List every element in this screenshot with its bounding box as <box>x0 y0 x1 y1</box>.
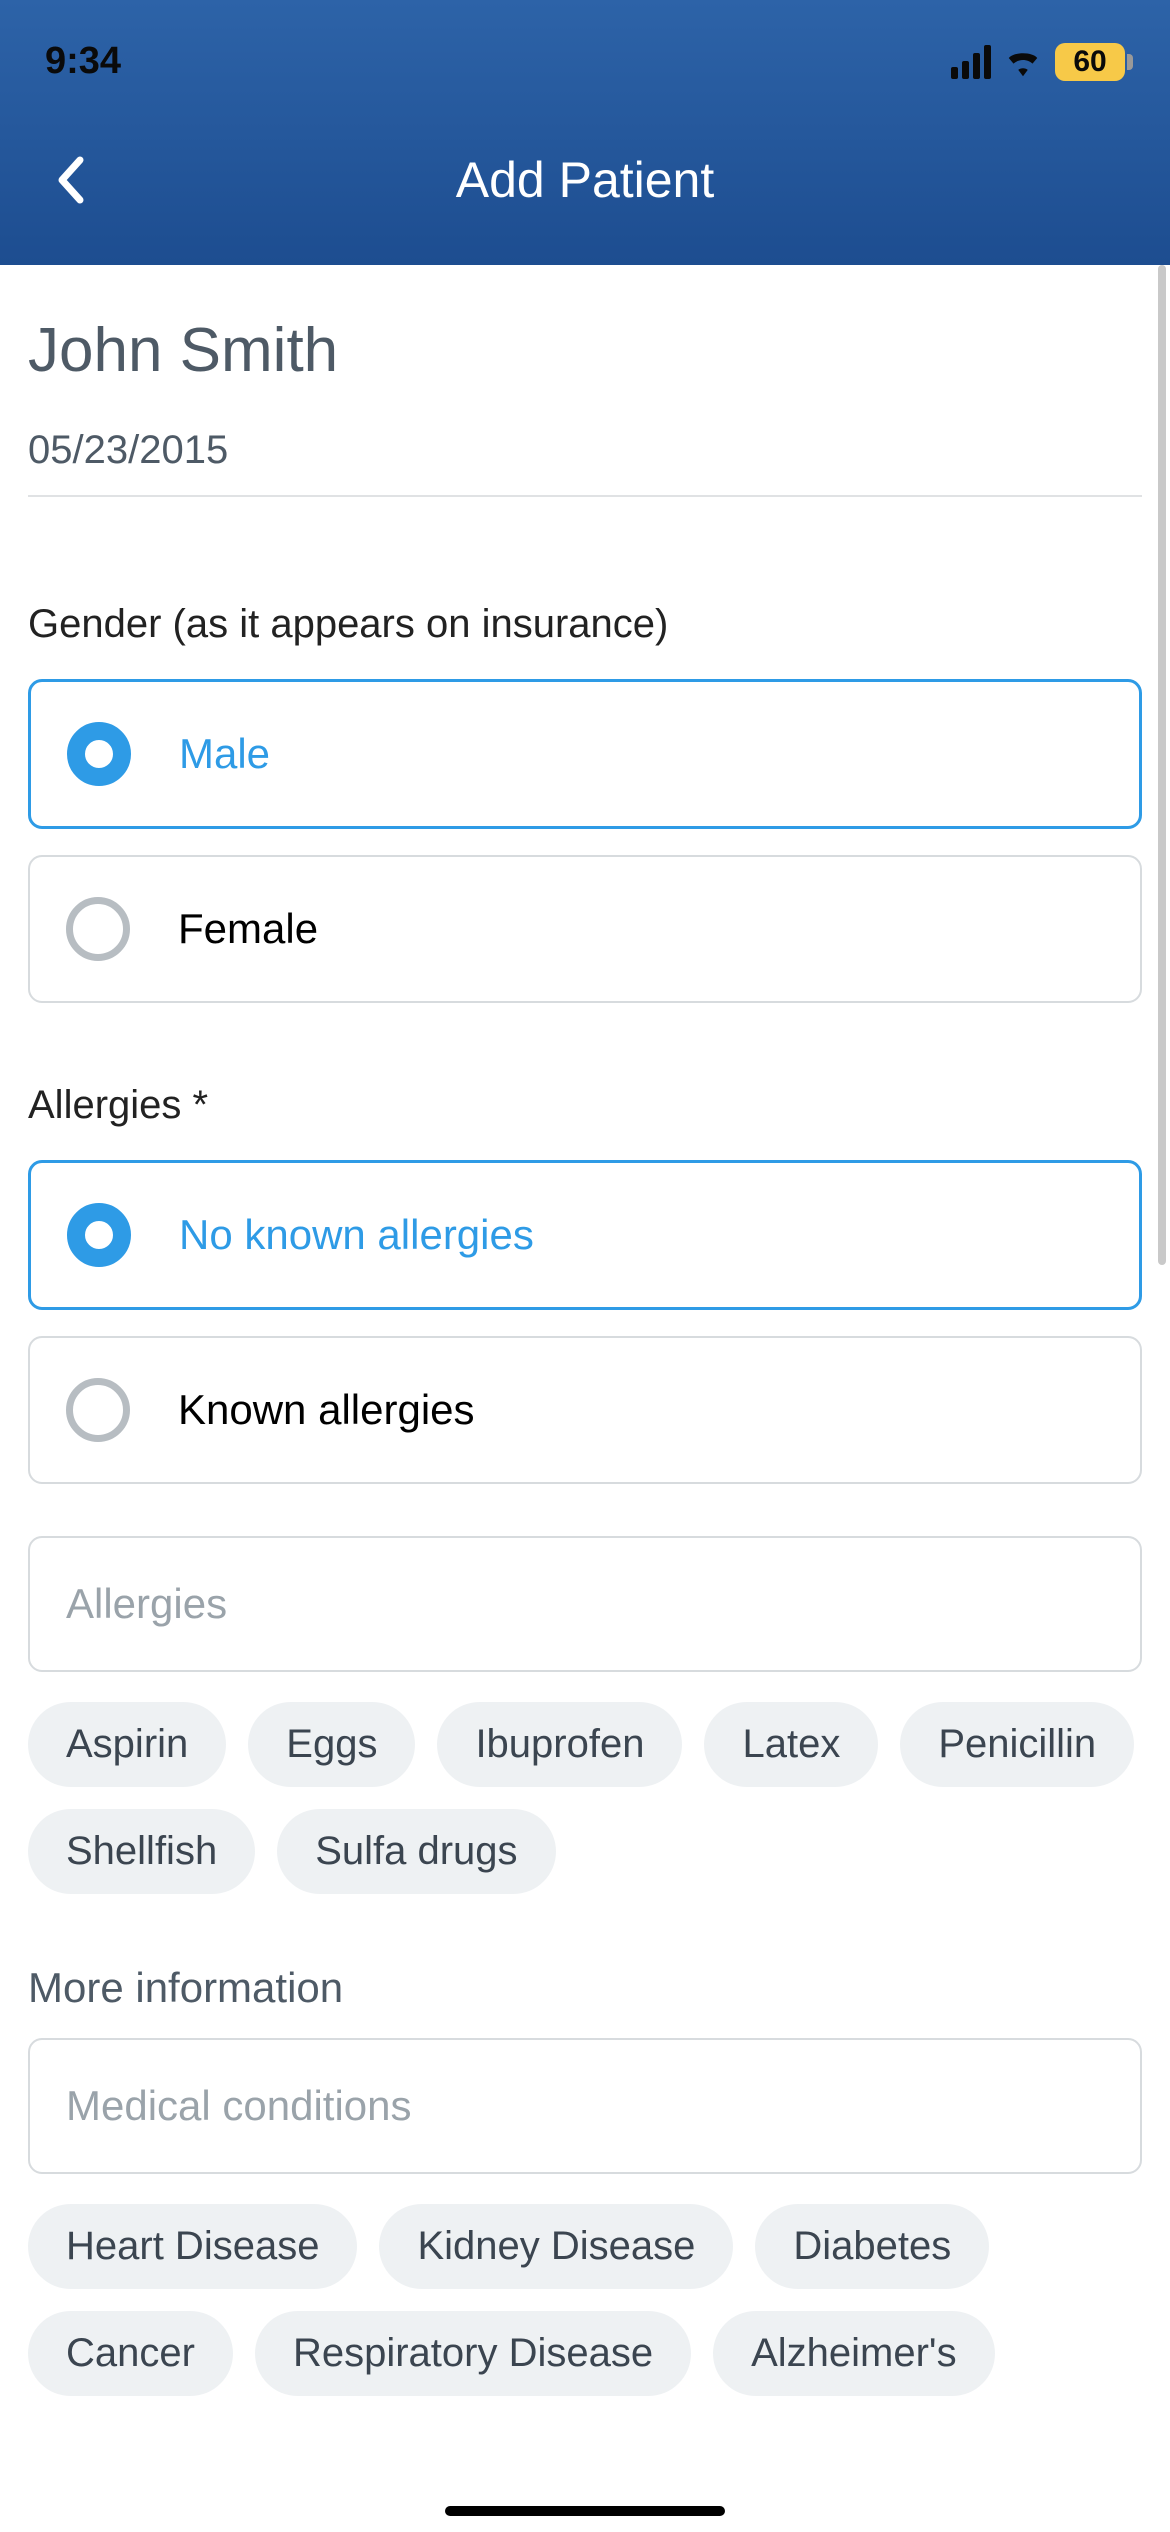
radio-label: Female <box>178 905 318 953</box>
gender-label: Gender (as it appears on insurance) <box>28 602 1142 647</box>
patient-dob: 05/23/2015 <box>28 428 1142 473</box>
chip-sulfa[interactable]: Sulfa drugs <box>277 1809 555 1894</box>
chip-eggs[interactable]: Eggs <box>248 1702 415 1787</box>
chevron-left-icon <box>56 156 84 204</box>
status-time: 9:34 <box>45 40 121 83</box>
chip-latex[interactable]: Latex <box>704 1702 878 1787</box>
battery-indicator: 60 <box>1055 43 1125 81</box>
allergies-label: Allergies * <box>28 1083 1142 1128</box>
gender-option-female[interactable]: Female <box>28 855 1142 1003</box>
chip-heart[interactable]: Heart Disease <box>28 2204 357 2289</box>
radio-label: Known allergies <box>178 1386 475 1434</box>
gender-option-male[interactable]: Male <box>28 679 1142 829</box>
back-button[interactable] <box>40 150 100 210</box>
cellular-signal-icon <box>951 45 991 79</box>
scrollbar[interactable] <box>1158 265 1166 1265</box>
radio-icon <box>66 897 130 961</box>
chip-penicillin[interactable]: Penicillin <box>900 1702 1134 1787</box>
radio-label: No known allergies <box>179 1211 534 1259</box>
chip-kidney[interactable]: Kidney Disease <box>379 2204 733 2289</box>
radio-icon <box>67 1203 131 1267</box>
status-bar: 9:34 60 <box>0 0 1170 95</box>
chip-aspirin[interactable]: Aspirin <box>28 1702 226 1787</box>
chip-cancer[interactable]: Cancer <box>28 2311 233 2396</box>
patient-name: John Smith <box>28 315 1142 386</box>
page-title: Add Patient <box>456 151 715 209</box>
app-header: 9:34 60 Add Patient <box>0 0 1170 265</box>
wifi-icon <box>1003 47 1043 77</box>
radio-icon <box>67 722 131 786</box>
nav-bar: Add Patient <box>0 95 1170 265</box>
chip-shellfish[interactable]: Shellfish <box>28 1809 255 1894</box>
radio-icon <box>66 1378 130 1442</box>
content-area: John Smith 05/23/2015 Gender (as it appe… <box>0 265 1170 2532</box>
home-indicator[interactable] <box>445 2506 725 2516</box>
conditions-input[interactable] <box>28 2038 1142 2174</box>
divider <box>28 495 1142 497</box>
allergies-input[interactable] <box>28 1536 1142 1672</box>
gender-radio-group: Male Female <box>28 679 1142 1003</box>
allergies-radio-group: No known allergies Known allergies <box>28 1160 1142 1484</box>
allergies-option-none[interactable]: No known allergies <box>28 1160 1142 1310</box>
more-info-label: More information <box>28 1964 1142 2012</box>
radio-label: Male <box>179 730 270 778</box>
chip-respiratory[interactable]: Respiratory Disease <box>255 2311 691 2396</box>
allergy-chips: Aspirin Eggs Ibuprofen Latex Penicillin … <box>28 1702 1142 1894</box>
chip-ibuprofen[interactable]: Ibuprofen <box>437 1702 682 1787</box>
condition-chips: Heart Disease Kidney Disease Diabetes Ca… <box>28 2204 1142 2396</box>
allergies-option-known[interactable]: Known allergies <box>28 1336 1142 1484</box>
status-right: 60 <box>951 43 1125 81</box>
chip-alzheimers[interactable]: Alzheimer's <box>713 2311 994 2396</box>
chip-diabetes[interactable]: Diabetes <box>755 2204 989 2289</box>
